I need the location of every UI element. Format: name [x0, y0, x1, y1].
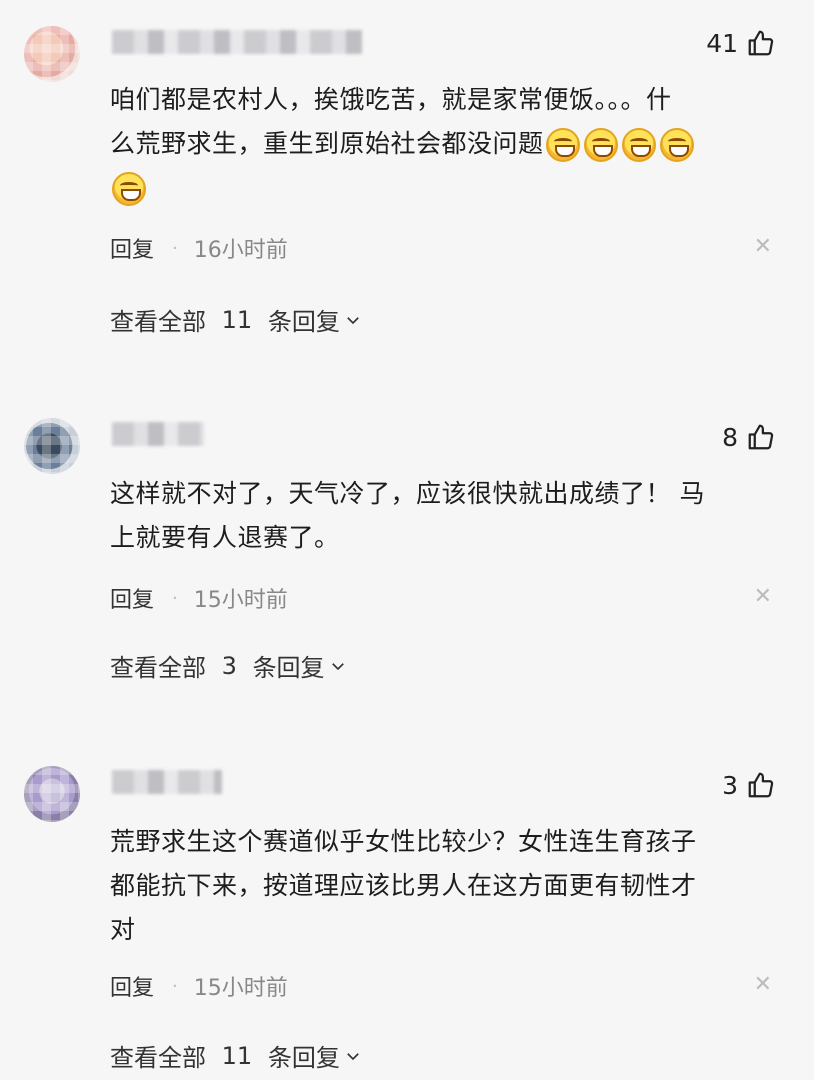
username-blurred[interactable] — [112, 422, 204, 446]
reply-count: 3 — [221, 651, 237, 680]
view-all-prefix: 查看全部 — [110, 308, 206, 336]
chevron-down-icon — [331, 662, 344, 670]
username-blurred[interactable] — [112, 770, 222, 794]
reply-button[interactable]: 回复 — [110, 970, 154, 1002]
comment-line: 都能抗下来，按道理应该比男人在这方面更有韧性才 — [110, 871, 697, 900]
comment-line: 对 — [110, 915, 136, 944]
comment-line: 荒野求生这个赛道似乎女性比较少？女性连生育孩子 — [110, 827, 697, 856]
grin-emoji — [583, 128, 618, 162]
grin-emoji — [545, 128, 580, 162]
comment-text: 这样就不对了，天气冷了，应该很快就出成绩了！ 马 上就要有人退赛了。 — [110, 472, 770, 560]
thumbs-up-icon — [748, 30, 774, 56]
avatar[interactable] — [24, 766, 80, 822]
timestamp: 15小时前 — [193, 976, 288, 1001]
thumbs-up-icon — [748, 772, 774, 798]
view-all-prefix: 查看全部 — [110, 654, 206, 682]
grin-emoji — [621, 128, 656, 162]
comment-line-text: 么荒野求生，重生到原始社会都没问题 — [110, 129, 544, 158]
view-all-suffix: 条回复 — [267, 1044, 340, 1072]
grin-emoji — [659, 128, 694, 162]
thumbs-up-icon — [748, 424, 774, 450]
like-count: 8 — [722, 422, 738, 452]
view-all-suffix: 条回复 — [267, 308, 340, 336]
reply-count: 11 — [221, 305, 253, 334]
comment-line: 这样就不对了，天气冷了，应该很快就出成绩了！ 马 — [110, 479, 705, 508]
comment-meta: 回复 · 15小时前 — [110, 970, 288, 1002]
comment-line: 咱们都是农村人，挨饿吃苦，就是家常便饭。。。什 — [110, 85, 672, 114]
view-all-replies-button[interactable]: 查看全部 11 条回复 — [110, 1038, 362, 1073]
separator-dot: · — [172, 975, 178, 997]
comment-line: 么荒野求生，重生到原始社会都没问题 — [110, 122, 770, 166]
view-all-suffix: 条回复 — [252, 654, 325, 682]
username-blurred[interactable] — [112, 30, 362, 54]
view-all-prefix: 查看全部 — [110, 1044, 206, 1072]
reply-button[interactable]: 回复 — [110, 232, 154, 264]
like-button[interactable]: 8 — [722, 422, 776, 452]
timestamp: 15小时前 — [193, 588, 288, 613]
comment-line: 上就要有人退赛了。 — [110, 523, 340, 552]
chevron-down-icon — [346, 316, 359, 324]
reply-count: 11 — [221, 1041, 253, 1070]
comment-meta: 回复 · 15小时前 — [110, 582, 288, 614]
comment-meta: 回复 · 16小时前 — [110, 232, 288, 264]
view-all-replies-button[interactable]: 查看全部 11 条回复 — [110, 302, 362, 337]
timestamp: 16小时前 — [193, 238, 288, 263]
avatar[interactable] — [24, 26, 80, 82]
separator-dot: · — [172, 237, 178, 259]
like-count: 41 — [706, 28, 738, 58]
like-button[interactable]: 41 — [706, 28, 776, 58]
close-icon[interactable]: ✕ — [754, 972, 772, 997]
like-button[interactable]: 3 — [722, 770, 776, 800]
reply-button[interactable]: 回复 — [110, 582, 154, 614]
like-count: 3 — [722, 770, 738, 800]
avatar[interactable] — [24, 418, 80, 474]
comment-text: 荒野求生这个赛道似乎女性比较少？女性连生育孩子 都能抗下来，按道理应该比男人在这… — [110, 820, 770, 952]
close-icon[interactable]: ✕ — [754, 234, 772, 259]
comment-line — [110, 166, 770, 210]
separator-dot: · — [172, 587, 178, 609]
grin-emoji — [112, 172, 146, 206]
view-all-replies-button[interactable]: 查看全部 3 条回复 — [110, 648, 347, 683]
chevron-down-icon — [346, 1052, 359, 1060]
close-icon[interactable]: ✕ — [754, 584, 772, 609]
comment-text: 咱们都是农村人，挨饿吃苦，就是家常便饭。。。什 么荒野求生，重生到原始社会都没问… — [110, 78, 770, 210]
